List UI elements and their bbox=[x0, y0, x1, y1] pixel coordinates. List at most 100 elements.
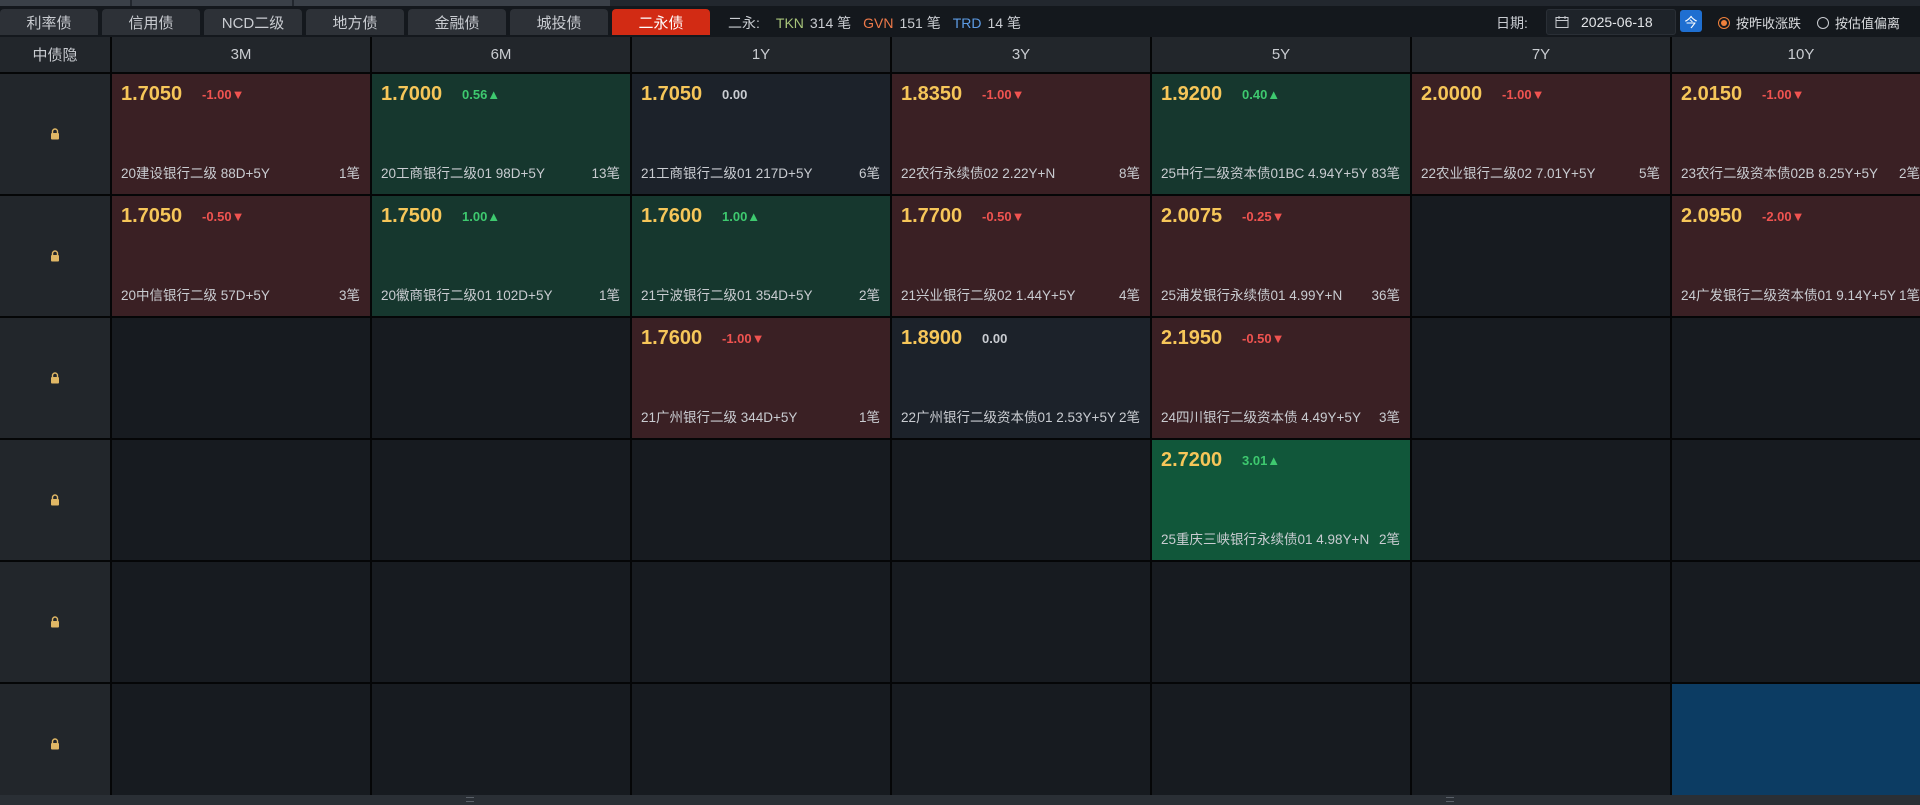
cell-bond-name: 20工商银行二级01 98D+5Y bbox=[381, 166, 545, 181]
radio-button-1[interactable] bbox=[1817, 16, 1830, 29]
cell-trade-count: 2笔 bbox=[1898, 166, 1920, 181]
row-lock-toggle[interactable] bbox=[0, 684, 110, 804]
corner-header[interactable]: 中债隐 bbox=[0, 37, 110, 72]
matrix-cell[interactable]: 2.0150 -1.00▼ 23农行二级资本债02B 8.25Y+5Y 2笔 bbox=[1672, 74, 1920, 194]
radio-label-0[interactable]: 按昨收涨跌 bbox=[1736, 13, 1801, 32]
matrix-cell[interactable] bbox=[1152, 684, 1410, 804]
top-scroll-strip bbox=[0, 0, 1920, 6]
matrix-cell[interactable] bbox=[1412, 318, 1670, 438]
tkn-label: TKN bbox=[775, 15, 804, 31]
cell-change: -0.25▼ bbox=[1242, 209, 1285, 224]
cell-yield: 1.9200 bbox=[1161, 83, 1223, 105]
matrix-cell[interactable] bbox=[372, 440, 630, 560]
matrix-cell[interactable] bbox=[112, 684, 370, 804]
matrix-cell[interactable]: 1.7600 1.00▲ 21宁波银行二级01 354D+5Y 2笔 bbox=[632, 196, 890, 316]
matrix-cell[interactable]: 1.7500 1.00▲ 20徽商银行二级01 102D+5Y 1笔 bbox=[372, 196, 630, 316]
radio-label-1[interactable]: 按估值偏离 bbox=[1835, 13, 1900, 32]
gvn-label: GVN bbox=[863, 15, 894, 31]
cell-change: -1.00▼ bbox=[722, 331, 765, 346]
matrix-cell[interactable] bbox=[112, 562, 370, 682]
matrix-cell[interactable] bbox=[372, 318, 630, 438]
matrix-cell[interactable] bbox=[112, 318, 370, 438]
cell-bond-name: 20徽商银行二级01 102D+5Y bbox=[381, 288, 553, 303]
matrix-cell[interactable] bbox=[892, 440, 1150, 560]
matrix-cell[interactable]: 2.7200 3.01▲ 25重庆三峡银行永续债01 4.98Y+N 2笔 bbox=[1152, 440, 1410, 560]
cell-trade-count: 1笔 bbox=[858, 410, 880, 425]
cell-trade-count: 1笔 bbox=[1898, 288, 1920, 303]
cell-change: 1.00▲ bbox=[722, 209, 761, 224]
cell-change: 3.01▲ bbox=[1242, 453, 1281, 468]
tab-6[interactable]: 二永债 bbox=[612, 9, 710, 35]
matrix-cell[interactable]: 1.7050 -1.00▼ 20建设银行二级 88D+5Y 1笔 bbox=[112, 74, 370, 194]
matrix-cell[interactable] bbox=[372, 684, 630, 804]
cell-bond-name: 20中信银行二级 57D+5Y bbox=[121, 288, 270, 303]
matrix-cell[interactable] bbox=[112, 440, 370, 560]
splitter-grip-icon[interactable] bbox=[1446, 797, 1454, 802]
tab-4[interactable]: 金融债 bbox=[408, 9, 506, 35]
cell-yield: 2.0150 bbox=[1681, 83, 1743, 105]
column-header: 10Y bbox=[1672, 37, 1920, 72]
today-button[interactable]: 今 bbox=[1680, 10, 1702, 32]
row-lock-toggle[interactable] bbox=[0, 318, 110, 438]
row-lock-toggle[interactable] bbox=[0, 196, 110, 316]
row-lock-toggle[interactable] bbox=[0, 74, 110, 194]
matrix-cell[interactable]: 1.7600 -1.00▼ 21广州银行二级 344D+5Y 1笔 bbox=[632, 318, 890, 438]
cell-trade-count: 83笔 bbox=[1371, 166, 1400, 181]
matrix-cell[interactable] bbox=[892, 562, 1150, 682]
matrix-cell[interactable]: 2.0000 -1.00▼ 22农业银行二级02 7.01Y+5Y 5笔 bbox=[1412, 74, 1670, 194]
matrix-cell[interactable] bbox=[1412, 684, 1670, 804]
matrix-cell[interactable]: 2.0950 -2.00▼ 24广发银行二级资本债01 9.14Y+5Y 1笔 bbox=[1672, 196, 1920, 316]
matrix-cell[interactable]: 2.1950 -0.50▼ 24四川银行二级资本债 4.49Y+5Y 3笔 bbox=[1152, 318, 1410, 438]
matrix-cell[interactable] bbox=[1152, 562, 1410, 682]
radio-button-0[interactable] bbox=[1718, 16, 1730, 29]
matrix-cell[interactable]: 1.7050 0.00 21工商银行二级01 217D+5Y 6笔 bbox=[632, 74, 890, 194]
tab-2[interactable]: NCD二级 bbox=[204, 9, 302, 35]
mode-radio-group: 按昨收涨跌 按估值偏离 bbox=[1718, 13, 1916, 32]
matrix-cell[interactable] bbox=[1412, 440, 1670, 560]
row-lock-toggle[interactable] bbox=[0, 440, 110, 560]
matrix-cell[interactable]: 1.7000 0.56▲ 20工商银行二级01 98D+5Y 13笔 bbox=[372, 74, 630, 194]
cell-bond-name: 22广州银行二级资本债01 2.53Y+5Y bbox=[901, 410, 1116, 425]
matrix-cell[interactable] bbox=[892, 684, 1150, 804]
tab-5[interactable]: 城投债 bbox=[510, 9, 608, 35]
matrix-cell[interactable] bbox=[1412, 562, 1670, 682]
cell-trade-count: 2笔 bbox=[1378, 532, 1400, 547]
yield-matrix: 中债隐 3M 6M 1Y 3Y 5Y 7Y 10Y 1.7050 -1.00▼ 20建设银行二级 8… bbox=[0, 37, 1920, 804]
matrix-cell[interactable]: 1.8350 -1.00▼ 22农行永续债02 2.22Y+N 8笔 bbox=[892, 74, 1150, 194]
tab-3[interactable]: 地方债 bbox=[306, 9, 404, 35]
date-picker[interactable]: 2025-06-18 bbox=[1546, 9, 1676, 35]
column-header: 3M bbox=[112, 37, 370, 72]
matrix-cell[interactable] bbox=[1672, 562, 1920, 682]
matrix-cell[interactable] bbox=[632, 684, 890, 804]
cell-yield: 2.0075 bbox=[1161, 205, 1223, 227]
matrix-cell[interactable] bbox=[632, 562, 890, 682]
toolbar: 利率债 信用债 NCD二级 地方债 金融债 城投债 二永债 二永: TKN 314 笔 GV… bbox=[0, 7, 1920, 37]
bottom-splitter-bar[interactable] bbox=[0, 795, 1920, 805]
row-lock-toggle[interactable] bbox=[0, 562, 110, 682]
cell-trade-count: 8笔 bbox=[1118, 166, 1140, 181]
matrix-cell[interactable]: 1.8900 0.00 22广州银行二级资本债01 2.53Y+5Y 2笔 bbox=[892, 318, 1150, 438]
matrix-cell[interactable]: 1.7050 -0.50▼ 20中信银行二级 57D+5Y 3笔 bbox=[112, 196, 370, 316]
cell-yield: 2.0000 bbox=[1421, 83, 1483, 105]
tab-1[interactable]: 信用债 bbox=[102, 9, 200, 35]
splitter-grip-icon[interactable] bbox=[466, 797, 474, 802]
matrix-cell[interactable] bbox=[632, 440, 890, 560]
matrix-cell-selected[interactable] bbox=[1672, 684, 1920, 804]
tab-0[interactable]: 利率债 bbox=[0, 9, 98, 35]
cell-yield: 1.7700 bbox=[901, 205, 963, 227]
cell-change: -1.00▼ bbox=[1502, 87, 1545, 102]
matrix-cell[interactable]: 1.9200 0.40▲ 25中行二级资本债01BC 4.94Y+5Y 83笔 bbox=[1152, 74, 1410, 194]
cell-bond-name: 22农业银行二级02 7.01Y+5Y bbox=[1421, 166, 1596, 181]
matrix-cell[interactable] bbox=[1412, 196, 1670, 316]
cell-bond-name: 25浦发银行永续债01 4.99Y+N bbox=[1161, 288, 1343, 303]
cell-bond-name: 21兴业银行二级02 1.44Y+5Y bbox=[901, 288, 1076, 303]
cell-yield: 2.0950 bbox=[1681, 205, 1743, 227]
matrix-cell[interactable] bbox=[1672, 318, 1920, 438]
trd-label: TRD bbox=[952, 15, 982, 31]
matrix-cell[interactable]: 1.7700 -0.50▼ 21兴业银行二级02 1.44Y+5Y 4笔 bbox=[892, 196, 1150, 316]
cell-bond-name: 21宁波银行二级01 354D+5Y bbox=[641, 288, 813, 303]
column-header: 1Y bbox=[632, 37, 890, 72]
matrix-cell[interactable]: 2.0075 -0.25▼ 25浦发银行永续债01 4.99Y+N 36笔 bbox=[1152, 196, 1410, 316]
matrix-cell[interactable] bbox=[372, 562, 630, 682]
matrix-cell[interactable] bbox=[1672, 440, 1920, 560]
